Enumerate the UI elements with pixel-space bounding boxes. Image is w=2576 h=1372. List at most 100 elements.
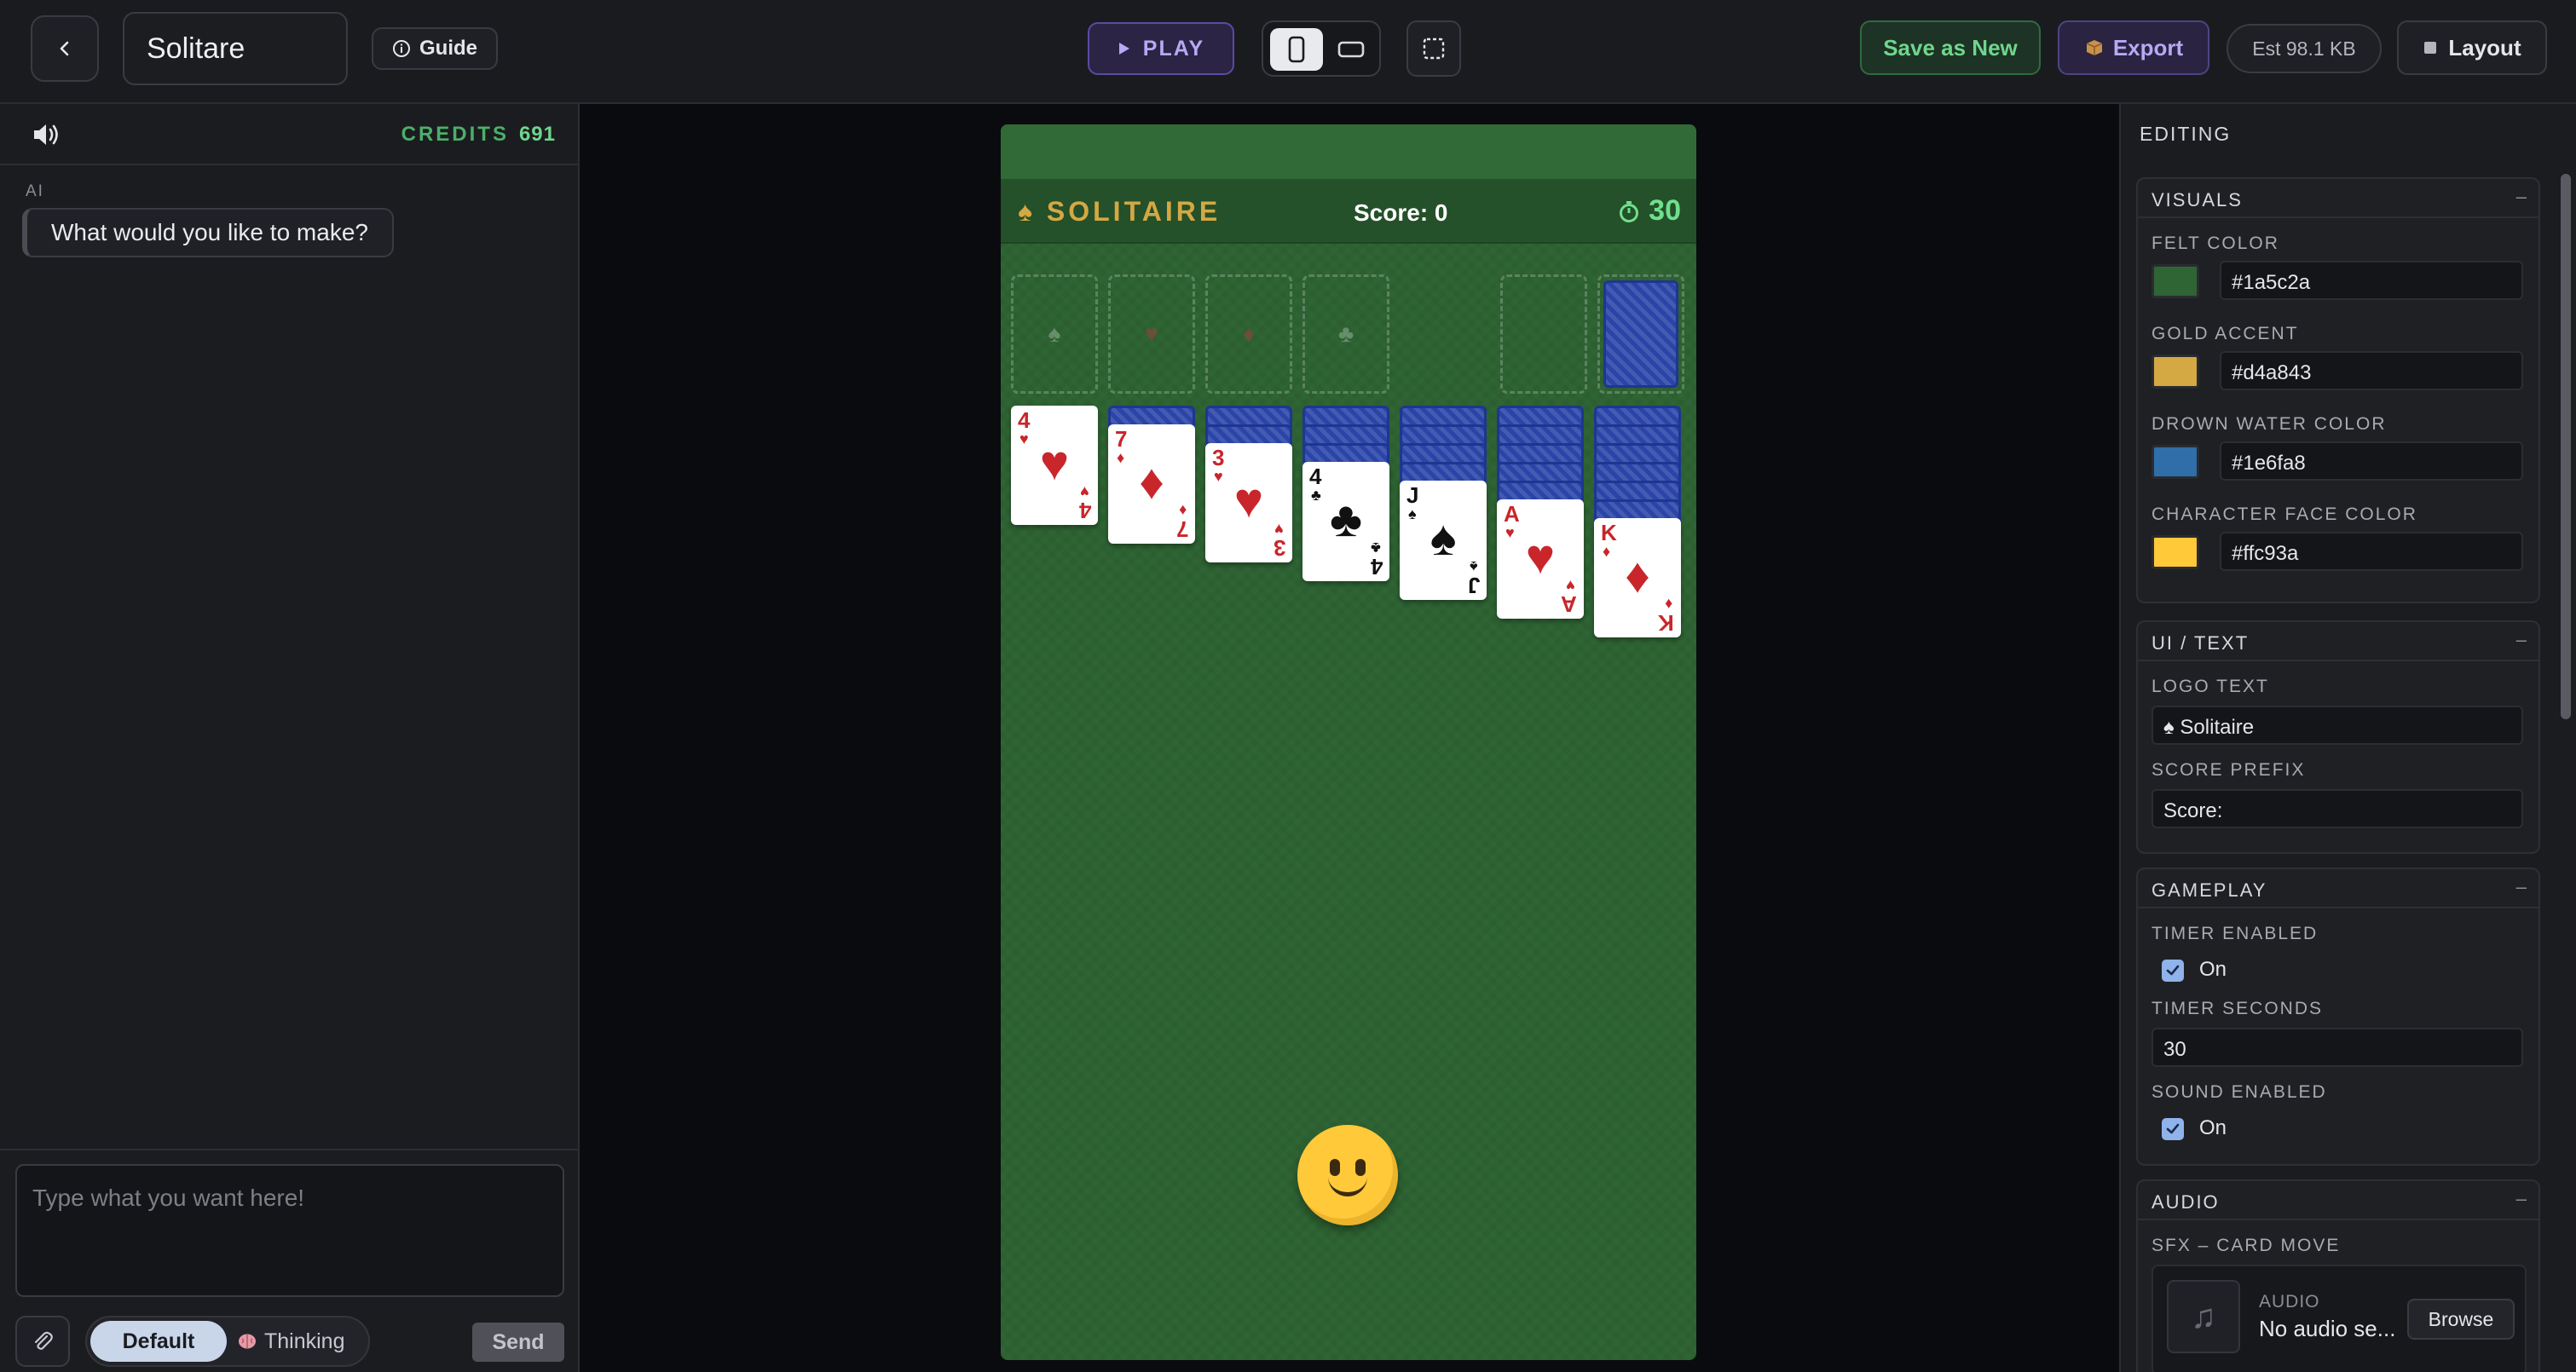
character-face[interactable] — [1297, 1125, 1398, 1225]
card-suit-icon: ♦ — [1664, 596, 1672, 613]
layout-label: Layout — [2448, 34, 2521, 61]
export-button[interactable]: Export — [2058, 20, 2209, 75]
paperclip-icon — [34, 1331, 53, 1350]
spade-logo-icon: ♠ — [1018, 196, 1036, 227]
score-prefix-input[interactable]: Score: — [2151, 789, 2523, 828]
editor-scrollbar[interactable] — [2559, 167, 2573, 1372]
collapse-icon[interactable]: – — [2516, 876, 2527, 898]
card-suit-icon: ♣ — [1371, 539, 1381, 556]
send-button[interactable]: Send — [472, 1323, 564, 1362]
tableau-card[interactable]: 4 ♥ ♥ 4 ♥ — [1011, 406, 1098, 525]
foundation-hearts[interactable]: ♥ — [1108, 274, 1195, 394]
ui-text-header[interactable]: UI / TEXT – — [2138, 622, 2538, 661]
speaker-icon[interactable] — [29, 118, 63, 152]
orientation-toggle — [1262, 20, 1381, 77]
stock-pile[interactable] — [1597, 274, 1684, 394]
card-pip-icon: ♦ — [1625, 548, 1650, 603]
foundation-spades[interactable]: ♠ — [1011, 274, 1098, 394]
card-pip-icon: ♥ — [1039, 435, 1070, 491]
project-title-input[interactable]: Solitare — [123, 12, 348, 85]
card-rank: 4 — [1370, 554, 1383, 579]
play-button[interactable]: PLAY — [1088, 22, 1234, 75]
landscape-view-button[interactable] — [1325, 28, 1378, 71]
visuals-header[interactable]: VISUALS – — [2138, 179, 2538, 218]
stock-card-back — [1603, 280, 1678, 388]
card-rank: K — [1601, 520, 1617, 545]
foundation-clubs[interactable]: ♣ — [1302, 274, 1389, 394]
tableau-card[interactable]: A ♥ ♥ A ♥ — [1497, 499, 1584, 619]
audio-header[interactable]: AUDIO – — [2138, 1181, 2538, 1220]
square-icon — [2424, 42, 2437, 54]
chat-panel: CREDITS 691 AI What would you like to mak… — [0, 104, 580, 1372]
sfx-card-move-label: SFX – CARD MOVE — [2151, 1236, 2341, 1255]
credits-counter: CREDITS 691 — [401, 123, 556, 147]
character-face-swatch[interactable] — [2151, 535, 2199, 569]
collapse-icon[interactable]: – — [2516, 186, 2527, 208]
browse-button[interactable]: Browse — [2407, 1299, 2515, 1340]
card-pip-icon: ♥ — [1525, 529, 1556, 585]
attach-button[interactable] — [15, 1316, 70, 1367]
guide-label: Guide — [419, 37, 477, 60]
right-eye — [1355, 1159, 1366, 1176]
music-note-icon: ♫ — [2167, 1280, 2240, 1353]
timer-seconds-input[interactable]: 30 — [2151, 1028, 2523, 1067]
felt-color-swatch[interactable] — [2151, 264, 2199, 298]
gold-accent-swatch[interactable] — [2151, 355, 2199, 389]
audio-section: AUDIO – SFX – CARD MOVE ♫ AUDIO No audio… — [2136, 1179, 2540, 1372]
gameplay-title: GAMEPLAY — [2151, 879, 2267, 901]
spade-slot-icon: ♠ — [1048, 320, 1061, 347]
sound-enabled-checkbox[interactable] — [2162, 1118, 2184, 1140]
estimated-size-badge: Est 98.1 KB — [2227, 24, 2382, 73]
tableau-card[interactable]: 3 ♥ ♥ 3 ♥ — [1205, 443, 1292, 562]
sound-enabled-value: On — [2199, 1116, 2227, 1139]
card-rank: 7 — [1175, 516, 1188, 542]
card-rank: K — [1658, 610, 1674, 636]
portrait-view-button[interactable] — [1270, 28, 1323, 71]
logo-text-input[interactable]: ♠ Solitaire — [2151, 706, 2523, 745]
collapse-icon[interactable]: – — [2516, 1188, 2527, 1210]
gameplay-section: GAMEPLAY – TIMER ENABLED On TIMER SECOND… — [2136, 868, 2540, 1166]
scrollbar-thumb[interactable] — [2561, 174, 2571, 719]
guide-button[interactable]: Guide — [372, 27, 498, 70]
character-face-input[interactable]: #ffc93a — [2220, 532, 2523, 571]
chat-input[interactable]: Type what you want here! — [15, 1164, 564, 1297]
chat-panel-header: CREDITS 691 — [0, 104, 578, 165]
layout-button[interactable]: Layout — [2397, 20, 2547, 75]
card-pip-icon: ♣ — [1329, 492, 1363, 547]
gameplay-header[interactable]: GAMEPLAY – — [2138, 869, 2538, 908]
back-button[interactable] — [31, 15, 99, 82]
export-label: Export — [2112, 34, 2184, 61]
waste-pile[interactable] — [1500, 274, 1587, 394]
game-score: Score: 0 — [1354, 199, 1448, 226]
selection-tool-button[interactable] — [1406, 20, 1461, 77]
score-prefix-label: SCORE PREFIX — [2151, 760, 2306, 780]
foundation-diamonds[interactable]: ♦ — [1205, 274, 1292, 394]
collapse-icon[interactable]: – — [2516, 629, 2527, 651]
card-rank: A — [1504, 501, 1520, 527]
editor-title: EDITING — [2140, 123, 2232, 145]
timer-enabled-checkbox[interactable] — [2162, 960, 2184, 982]
save-as-new-button[interactable]: Save as New — [1860, 20, 2041, 75]
tableau-card[interactable]: 4 ♣ ♣ 4 ♣ — [1302, 462, 1389, 581]
drown-water-input[interactable]: #1e6fa8 — [2220, 441, 2523, 481]
mode-thinking-button[interactable]: Thinking — [237, 1321, 365, 1362]
visuals-section: VISUALS – FELT COLOR #1a5c2a GOLD ACCENT… — [2136, 177, 2540, 603]
drown-water-swatch[interactable] — [2151, 445, 2199, 479]
timer-enabled-label: TIMER ENABLED — [2151, 924, 2319, 943]
diamond-slot-icon: ♦ — [1242, 320, 1256, 347]
tableau-card[interactable]: J ♠ ♠ J ♠ — [1400, 481, 1487, 600]
tableau-card[interactable]: K ♦ ♦ K ♦ — [1594, 518, 1681, 637]
game-preview[interactable]: ♠ SOLITAIRE Score: 0 30 ♠ ♥ ♦ ♣ 4 ♥ ♥ 4 ♥ 7 ♦ ♦… — [1001, 124, 1696, 1360]
gold-accent-input[interactable]: #d4a843 — [2220, 351, 2523, 390]
felt-color-input[interactable]: #1a5c2a — [2220, 261, 2523, 300]
chevron-left-icon — [60, 41, 69, 56]
tableau-card[interactable]: 7 ♦ ♦ 7 ♦ — [1108, 424, 1195, 544]
mode-toggle: Default Thinking — [85, 1316, 370, 1367]
card-suit-icon: ♥ — [1566, 577, 1575, 594]
timer-value: 30 — [1649, 194, 1681, 227]
card-rank: 3 — [1273, 535, 1285, 561]
ui-text-section: UI / TEXT – LOGO TEXT ♠ Solitaire SCORE … — [2136, 620, 2540, 854]
logo-text-label: LOGO TEXT — [2151, 677, 2269, 696]
mode-default-button[interactable]: Default — [90, 1321, 227, 1362]
credits-label: CREDITS — [401, 123, 509, 146]
